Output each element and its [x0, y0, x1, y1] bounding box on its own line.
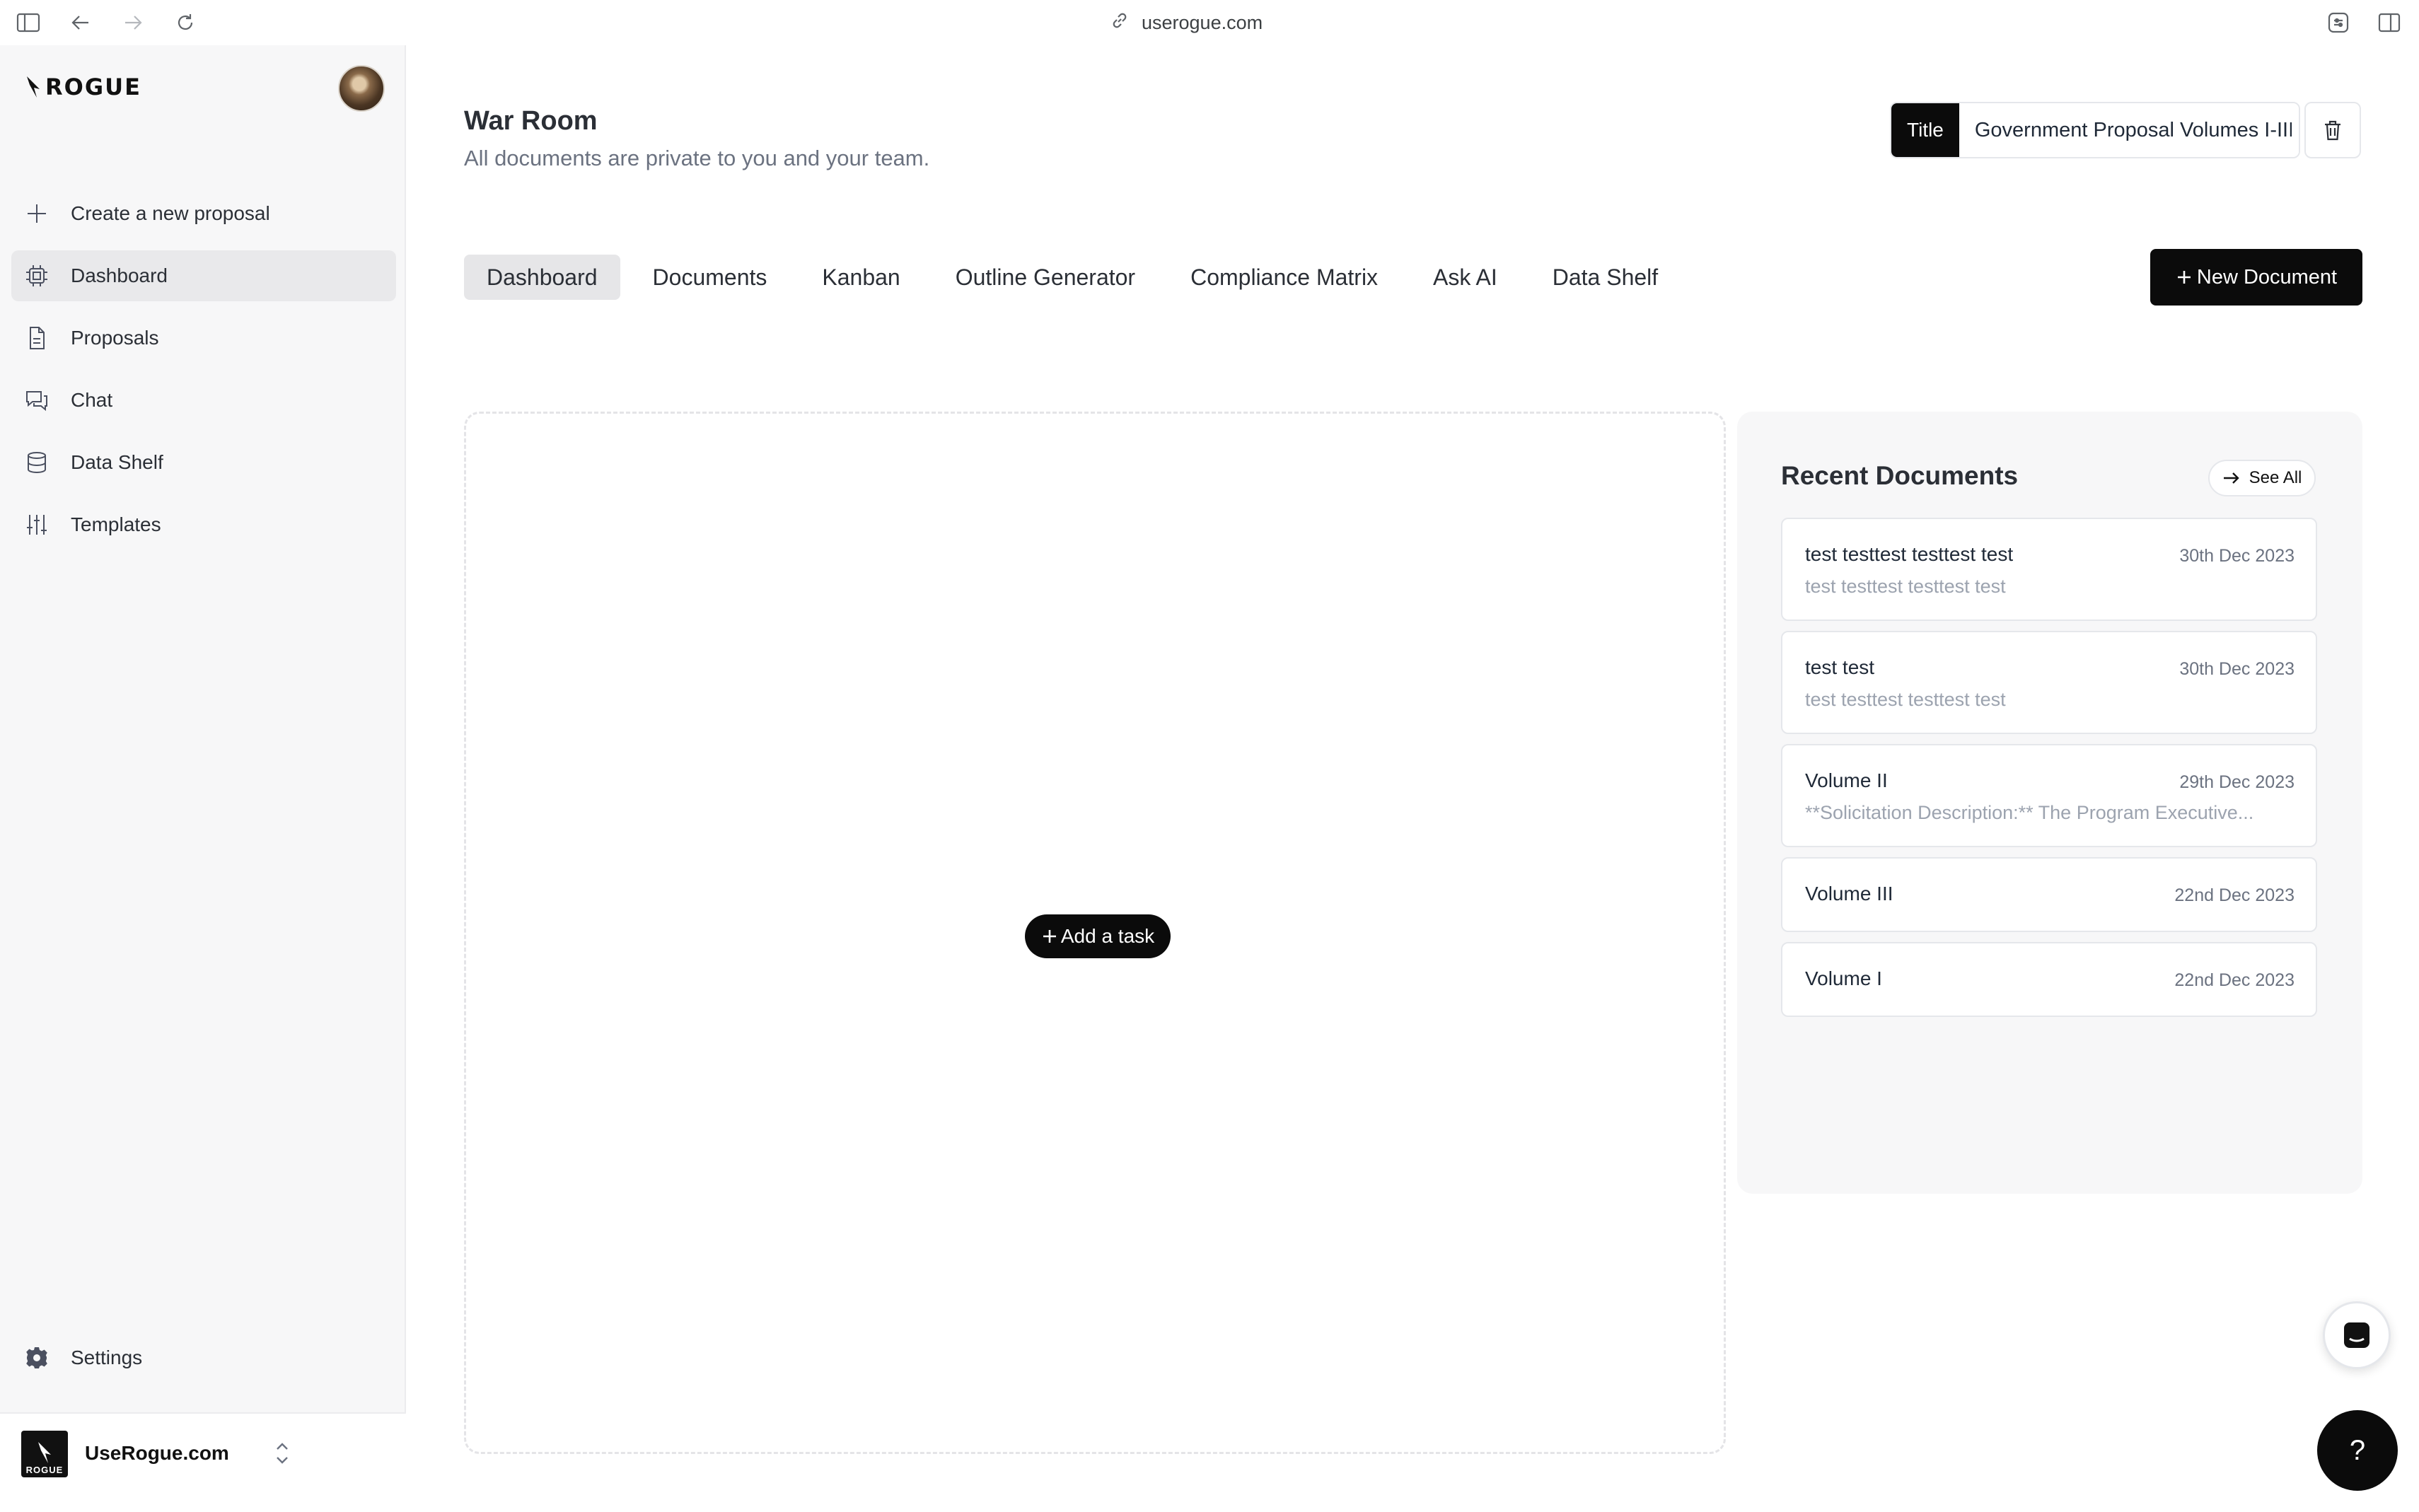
sidebar-nav: Create a new proposal Dashboard Proposal…: [11, 188, 396, 562]
settings-label: Settings: [71, 1347, 143, 1368]
feather-logo-icon: [27, 76, 40, 98]
document-card[interactable]: Volume III 22nd Dec 2023: [1781, 857, 2317, 932]
sidebar-item-data-shelf[interactable]: Data Shelf: [11, 437, 396, 488]
sidebar-item-label: Create a new proposal: [71, 202, 270, 224]
database-icon: [28, 452, 46, 474]
delete-button[interactable]: [2304, 102, 2361, 158]
cpu-icon: [26, 265, 47, 286]
recent-documents-panel: Recent Documents See All test testtest t…: [1737, 412, 2362, 1194]
logo-text: ROGUE: [45, 74, 141, 100]
see-all-label: See All: [2249, 468, 2302, 487]
document-snippet: test testtest testtest test: [1805, 689, 2006, 710]
document-snippet: **Solicitation Description:** The Progra…: [1805, 802, 2254, 823]
workspace-logo: ROGUE: [21, 1431, 68, 1477]
link-icon: [1110, 11, 1129, 35]
plus-icon: [1043, 930, 1056, 943]
document-date: 30th Dec 2023: [2179, 659, 2295, 679]
see-all-button[interactable]: See All: [2208, 460, 2316, 496]
task-board: Add a task: [464, 412, 1726, 1454]
sidebar-item-label: Chat: [71, 389, 113, 411]
sidebar: ROGUE Create a new proposal Dashboard Pr…: [0, 45, 406, 1512]
new-document-label: New Document: [2196, 265, 2338, 289]
address-bar[interactable]: userogue.com: [1110, 8, 1263, 37]
reload-icon[interactable]: [171, 8, 199, 37]
chat-widget-button[interactable]: [2323, 1301, 2391, 1369]
document-card[interactable]: test testtest testtest test 30th Dec 202…: [1781, 518, 2317, 621]
chat-icon: [26, 391, 47, 412]
main-tabs: Dashboard Documents Kanban Outline Gener…: [464, 255, 1690, 300]
extension-icon[interactable]: [2324, 8, 2353, 37]
browser-toolbar: userogue.com: [0, 0, 2419, 45]
plus-icon: [28, 204, 46, 223]
sidebar-item-create-proposal[interactable]: Create a new proposal: [11, 188, 396, 239]
sidebar-item-label: Dashboard: [71, 264, 168, 286]
tab-outline-generator[interactable]: Outline Generator: [933, 255, 1158, 300]
document-card[interactable]: Volume II 29th Dec 2023 **Solicitation D…: [1781, 744, 2317, 847]
tab-kanban[interactable]: Kanban: [799, 255, 922, 300]
sidebar-item-proposals[interactable]: Proposals: [11, 313, 396, 364]
user-avatar[interactable]: [338, 65, 385, 112]
feather-logo-icon: [38, 1442, 51, 1463]
sidebar-item-chat[interactable]: Chat: [11, 375, 396, 426]
back-arrow-icon[interactable]: [66, 8, 95, 37]
tab-dashboard[interactable]: Dashboard: [464, 255, 620, 300]
sidebar-item-label: Templates: [71, 513, 161, 535]
workspace-switcher[interactable]: ROGUE UseRogue.com: [0, 1412, 406, 1512]
page-subtitle: All documents are private to you and you…: [464, 146, 930, 170]
add-task-label: Add a task: [1060, 925, 1155, 947]
arrow-right-icon: [2223, 472, 2239, 484]
gear-icon: [26, 1347, 47, 1368]
tab-compliance-matrix[interactable]: Compliance Matrix: [1168, 255, 1400, 300]
sidebar-item-label: Data Shelf: [71, 451, 163, 473]
split-view-icon[interactable]: [2375, 8, 2403, 37]
chevron-up-down-icon: [277, 1443, 288, 1464]
help-label: ?: [2349, 1434, 2366, 1466]
recent-documents-title: Recent Documents: [1781, 461, 2019, 490]
document-card[interactable]: Volume I 22nd Dec 2023: [1781, 942, 2317, 1017]
document-date: 30th Dec 2023: [2179, 546, 2295, 566]
document-date: 29th Dec 2023: [2179, 772, 2295, 792]
page-title: War Room: [464, 106, 598, 136]
tab-documents[interactable]: Documents: [630, 255, 790, 300]
tab-data-shelf[interactable]: Data Shelf: [1530, 255, 1681, 300]
rogue-logo[interactable]: ROGUE: [24, 74, 141, 100]
file-icon: [30, 327, 45, 349]
title-tag: Title: [1891, 103, 1959, 157]
document-card[interactable]: test test 30th Dec 2023 test testtest te…: [1781, 631, 2317, 734]
new-document-button[interactable]: New Document: [2150, 249, 2362, 306]
sidebar-toggle-icon[interactable]: [14, 8, 42, 37]
url-text: userogue.com: [1142, 11, 1263, 33]
sidebar-item-templates[interactable]: Templates: [11, 499, 396, 550]
workspace-name: UseRogue.com: [85, 1442, 229, 1464]
workspace-logo-text: ROGUE: [25, 1465, 64, 1475]
sidebar-item-label: Proposals: [71, 327, 159, 349]
sidebar-item-dashboard[interactable]: Dashboard: [11, 250, 396, 301]
forward-arrow-icon[interactable]: [119, 8, 147, 37]
document-snippet: test testtest testtest test: [1805, 576, 2006, 597]
tab-ask-ai[interactable]: Ask AI: [1410, 255, 1520, 300]
title-field-group: Title: [1890, 102, 2300, 158]
sliders-icon: [27, 515, 47, 535]
trash-icon: [2325, 120, 2340, 141]
help-button[interactable]: ?: [2317, 1410, 2398, 1491]
add-task-button[interactable]: Add a task: [1025, 914, 1171, 958]
document-date: 22nd Dec 2023: [2174, 885, 2295, 905]
sidebar-item-settings[interactable]: Settings: [24, 1345, 142, 1371]
document-date: 22nd Dec 2023: [2174, 970, 2295, 990]
message-icon: [2344, 1322, 2369, 1348]
plus-icon: [2177, 271, 2191, 284]
title-input[interactable]: [1959, 103, 2299, 157]
recent-documents-list: test testtest testtest test 30th Dec 202…: [1781, 518, 2317, 1027]
